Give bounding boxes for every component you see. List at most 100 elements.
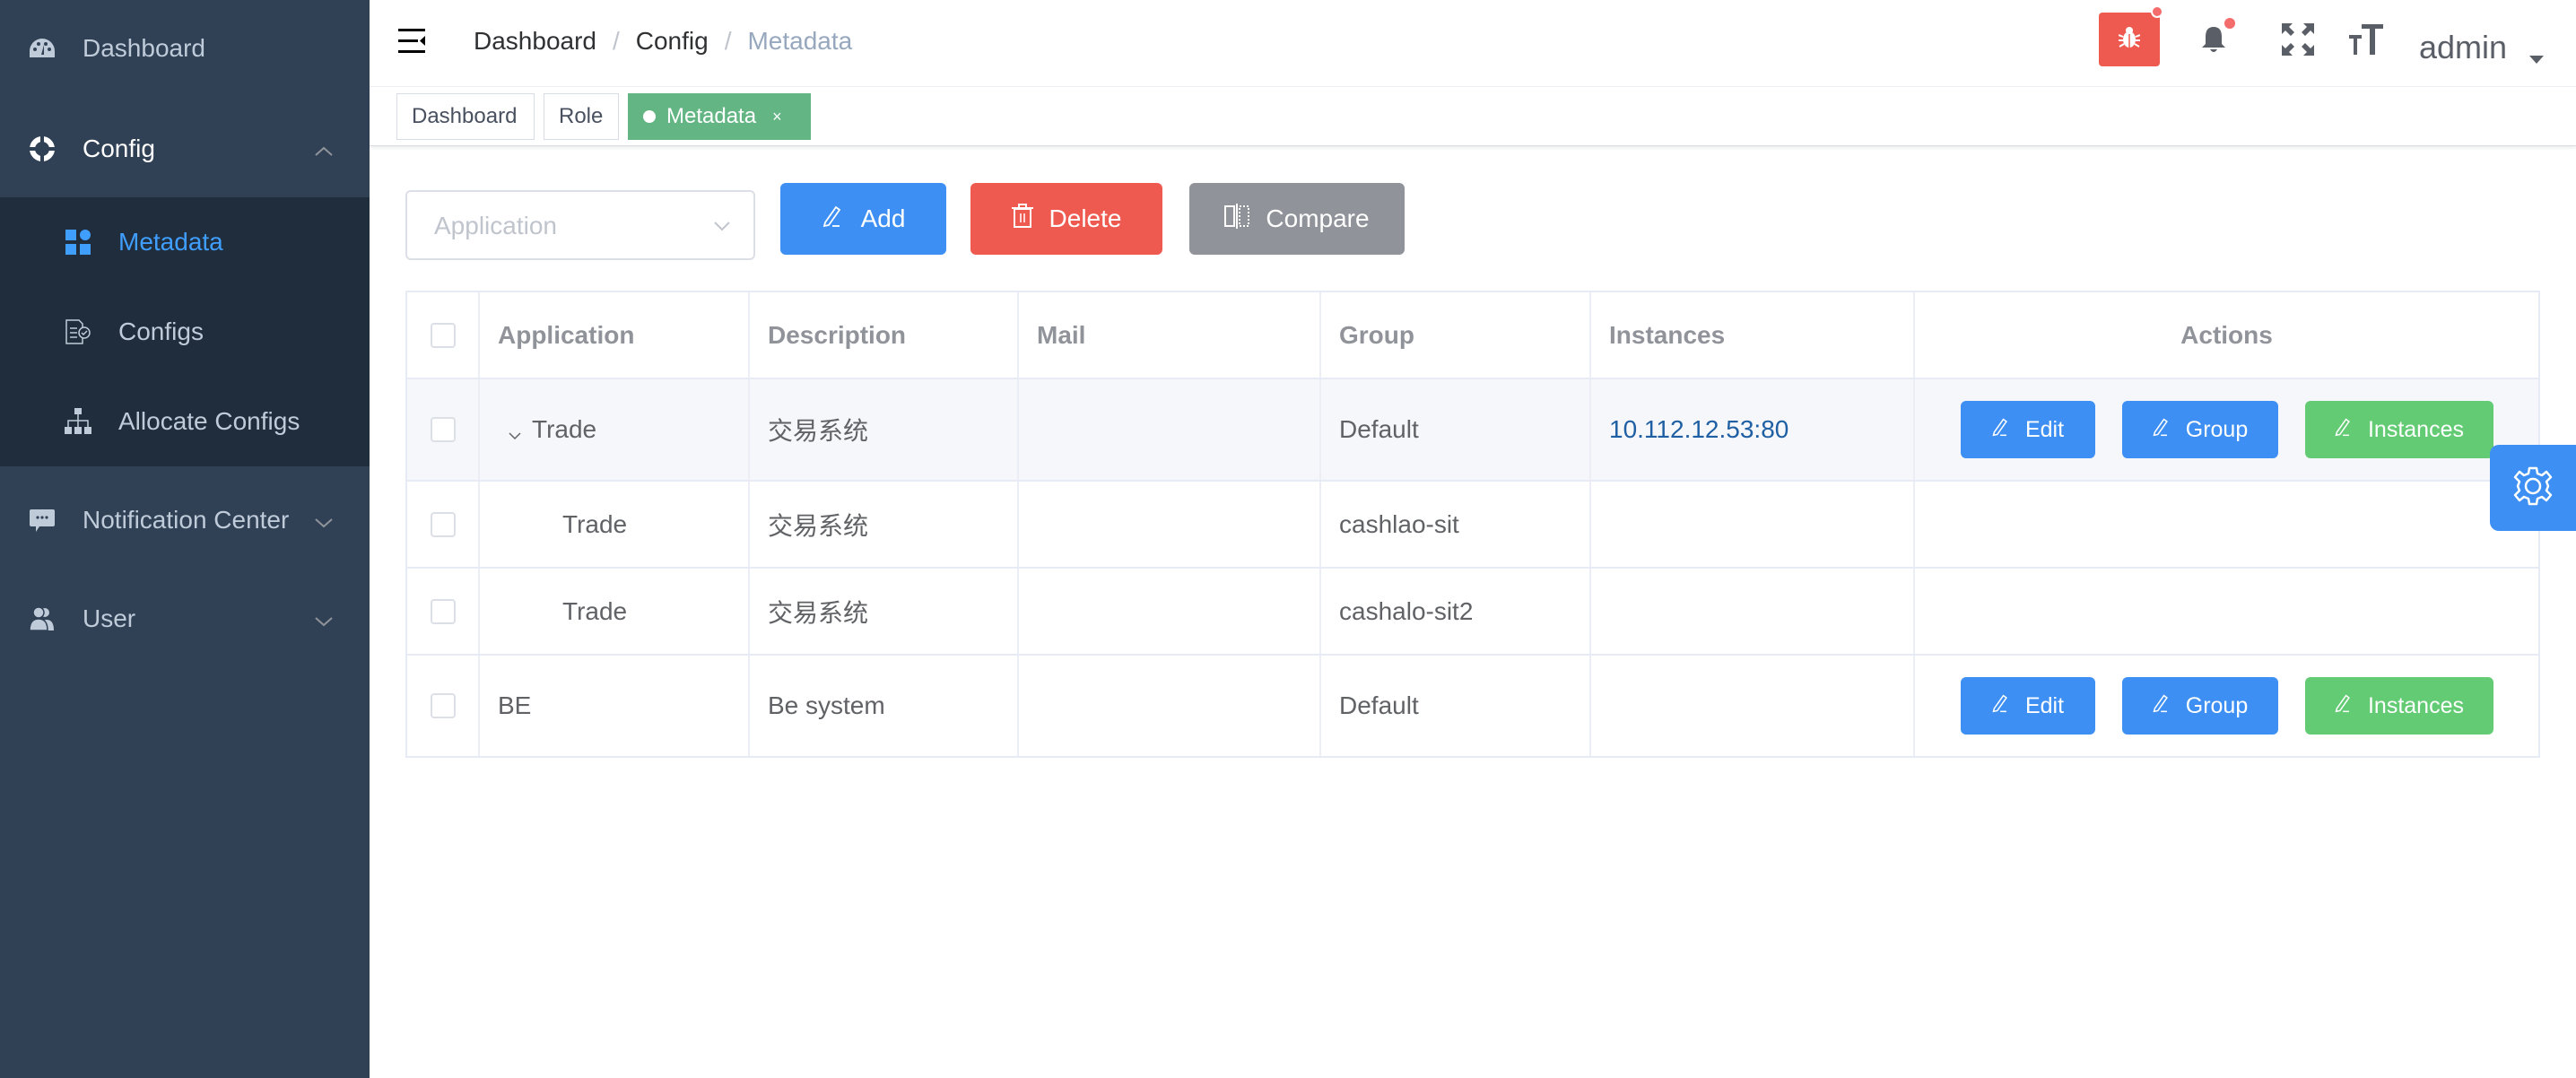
row-checkbox[interactable] [430,511,456,537]
compare-button[interactable]: Compare [1189,183,1405,255]
caret-down-icon[interactable] [2529,56,2544,64]
sidebar-item-metadata[interactable]: Metadata [0,197,370,287]
tag-role[interactable]: Role [544,93,619,140]
cell-group: cashalo-sit2 [1321,569,1591,654]
delete-button-label: Delete [1049,204,1122,232]
edit-button[interactable]: Edit [1960,401,2095,458]
grid-icon [65,229,91,256]
group-button-label: Group [2185,692,2249,718]
sidebar-item-label: Config [83,135,155,162]
column-header-group: Group [1321,292,1591,378]
notification-button[interactable] [2194,18,2235,61]
sidebar-item-label: Notification Center [83,506,290,534]
table-row[interactable]: BE Be system Default Edit Group Instance… [407,656,2538,756]
active-dot-icon [643,110,656,123]
add-button[interactable]: Add [780,183,946,255]
metadata-table: Application Description Mail Group Insta… [405,291,2540,758]
instances-button-label: Instances [2367,692,2464,718]
settings-button[interactable] [2490,445,2576,531]
row-checkbox[interactable] [430,693,456,718]
navbar: Dashboard / Config / Metadata admin [370,0,2576,87]
cell-instances [1591,482,1915,567]
trash-icon [1011,203,1033,235]
select-all-checkbox[interactable] [430,322,456,348]
cell-group: Default [1321,656,1591,756]
breadcrumb-item-config[interactable]: Config [636,27,709,56]
sidebar-item-user[interactable]: User [0,583,370,655]
sidebar-item-label: Metadata [118,228,223,256]
sidebar-item-label: Allocate Configs [118,407,300,435]
edit-icon [2334,417,2354,443]
edit-button[interactable]: Edit [1960,677,2095,735]
breadcrumb-item-dashboard[interactable]: Dashboard [474,27,596,56]
column-header-instances: Instances [1591,292,1915,378]
breadcrumb-separator: / [724,27,732,55]
group-button[interactable]: Group [2121,677,2278,735]
font-size-button[interactable] [2346,22,2386,61]
table-row[interactable]: Trade 交易系统 cashlao-sit [407,482,2538,569]
text-size-icon [2349,23,2383,60]
group-button[interactable]: Group [2121,401,2278,458]
chevron-down-icon [314,609,334,629]
tag-dashboard[interactable]: Dashboard [396,93,535,140]
instances-button[interactable]: Instances [2304,401,2493,458]
dashboard-icon [29,35,56,62]
user-menu[interactable]: admin [2419,29,2507,66]
edit-icon [2152,417,2171,443]
table-row[interactable]: Trade 交易系统 cashalo-sit2 [407,569,2538,656]
instances-button[interactable]: Instances [2304,677,2493,735]
sidebar-item-label: User [83,604,136,632]
users-icon [29,605,56,632]
fullscreen-button[interactable] [2278,22,2318,61]
breadcrumb-item-metadata: Metadata [747,27,853,55]
sidebar-item-allocate-configs[interactable]: Allocate Configs [0,377,370,466]
column-header-actions: Actions [2180,320,2273,349]
tag-label: Dashboard [412,104,518,128]
cell-mail [1019,656,1321,756]
table-row[interactable]: Trade 交易系统 Default 10.112.12.53:80 Edit … [407,379,2538,482]
cell-mail [1019,482,1321,567]
hamburger-icon[interactable] [398,27,427,56]
row-checkbox[interactable] [430,598,456,624]
breadcrumb: Dashboard / Config / Metadata [474,27,852,56]
sidebar-item-notification-center[interactable]: Notification Center [0,484,370,556]
chevron-down-icon [314,510,334,530]
config-icon [29,135,56,162]
application-select[interactable]: Application [405,190,755,260]
expand-chevron-icon[interactable] [507,422,523,440]
close-icon[interactable]: × [772,108,782,126]
edit-button-label: Edit [2024,416,2065,442]
delete-button[interactable]: Delete [970,183,1162,255]
cell-description: 交易系统 [750,482,1019,567]
add-button-label: Add [860,204,906,232]
breadcrumb-separator: / [612,27,620,55]
sidebar-item-config[interactable]: Config [0,117,370,181]
row-checkbox[interactable] [430,417,456,442]
edit-icon [1991,693,2011,719]
group-button-label: Group [2185,416,2249,442]
gear-icon [2512,465,2554,511]
document-check-icon [65,318,91,345]
instances-button-label: Instances [2367,416,2464,442]
edit-icon [2152,693,2171,719]
bug-icon [2118,26,2141,54]
sidebar-item-dashboard[interactable]: Dashboard [0,16,370,81]
cell-actions [1915,482,2538,567]
tag-metadata[interactable]: Metadata × [628,93,811,140]
edit-icon [1991,417,2011,443]
application-select-placeholder: Application [434,212,557,239]
compare-button-label: Compare [1266,204,1370,232]
cell-mail [1019,379,1321,480]
sidebar-item-configs[interactable]: Configs [0,287,370,377]
instance-link[interactable]: 10.112.12.53:80 [1609,415,1788,444]
cell-actions [1915,569,2538,654]
sidebar-item-label: Dashboard [83,34,205,62]
error-log-button[interactable] [2099,5,2163,66]
error-badge [2151,5,2163,18]
table-header: Application Description Mail Group Insta… [407,292,2538,379]
config-submenu: Metadata Configs Allocate Configs [0,197,370,466]
tag-label: Role [559,104,604,128]
cell-application: Trade [480,569,750,654]
edit-icon [2334,693,2354,719]
cell-description: 交易系统 [750,569,1019,654]
